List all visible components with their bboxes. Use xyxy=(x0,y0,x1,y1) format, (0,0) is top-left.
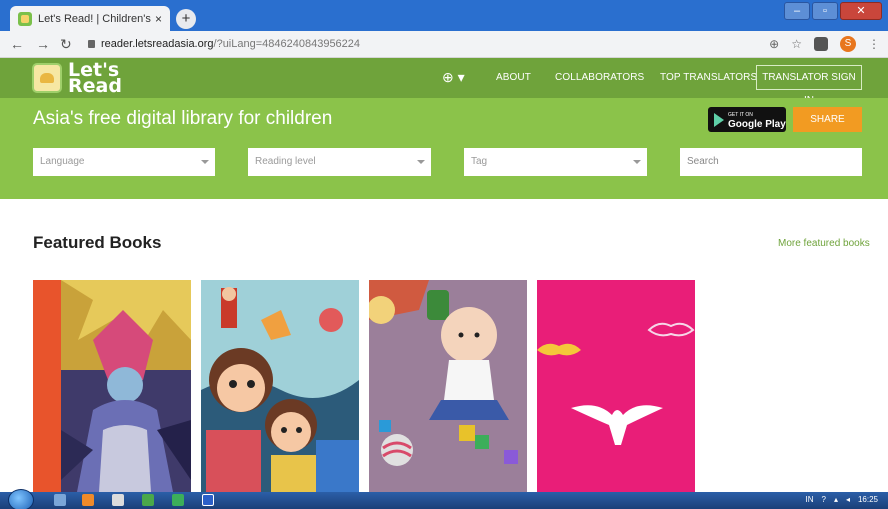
book-cover-art-bird xyxy=(537,280,695,492)
hero-tagline: Asia's free digital library for children xyxy=(33,108,333,129)
bookmark-star-icon[interactable]: ☆ xyxy=(791,37,802,51)
share-button[interactable]: SHARE xyxy=(793,107,862,132)
url-field[interactable]: reader.letsreadasia.org/?uiLang=48462408… xyxy=(88,38,360,50)
hero-banner: Asia's free digital library for children… xyxy=(0,98,888,199)
chevron-down-icon xyxy=(417,160,425,164)
url-path: /?uiLang=4846240843956224 xyxy=(213,38,361,50)
book-cover-art-children xyxy=(201,280,359,492)
book-cover[interactable] xyxy=(33,280,191,492)
book-cover-art-baby xyxy=(369,280,527,492)
tag-select-label: Tag xyxy=(471,156,488,167)
profile-avatar[interactable]: S xyxy=(840,36,856,52)
close-window-button[interactable]: ✕ xyxy=(840,2,882,20)
menu-kebab-icon[interactable]: ⋮ xyxy=(868,37,880,51)
window-controls: ‒ ▫ ✕ xyxy=(784,2,882,20)
play-store-icon xyxy=(714,112,724,127)
maximize-button[interactable]: ▫ xyxy=(812,2,838,20)
word-icon[interactable] xyxy=(202,494,214,506)
tag-select[interactable]: Tag xyxy=(464,148,647,176)
language-select[interactable]: Language xyxy=(33,148,215,176)
minimize-button[interactable]: ‒ xyxy=(784,2,810,20)
browser-titlebar: Let's Read! | Children's Books | F × + ‒… xyxy=(0,0,888,31)
help-icon[interactable]: ? xyxy=(821,495,825,504)
language-globe-icon[interactable]: ⊕ ▾ xyxy=(442,69,465,86)
volume-icon[interactable]: ◂ xyxy=(846,495,850,504)
search-box[interactable] xyxy=(680,148,862,176)
toolbar-icons: ⊕ ☆ S ⋮ xyxy=(769,36,880,52)
language-indicator[interactable]: IN xyxy=(805,495,813,504)
nav-top-translators[interactable]: TOP TRANSLATORS xyxy=(660,72,757,83)
tab-close-icon[interactable]: × xyxy=(155,12,162,26)
book-cover[interactable] xyxy=(537,280,695,492)
book-cover[interactable] xyxy=(201,280,359,492)
logo-text-line2: Read xyxy=(68,75,122,97)
site-favicon-icon xyxy=(18,11,32,26)
site-logo[interactable]: Let's Read xyxy=(32,61,122,97)
url-host: reader.letsreadasia.org xyxy=(101,38,214,50)
system-tray: IN ? ▴ ◂ 16:25 xyxy=(805,495,878,504)
reload-icon[interactable]: ↻ xyxy=(60,36,72,53)
browser-tab[interactable]: Let's Read! | Children's Books | F × xyxy=(10,6,170,31)
app-icon[interactable] xyxy=(172,494,184,506)
site-header: Let's Read ⊕ ▾ ABOUT COLLABORATORS TOP T… xyxy=(0,58,888,106)
new-tab-button[interactable]: + xyxy=(176,9,196,29)
nav-about[interactable]: ABOUT xyxy=(496,72,531,83)
calculator-icon[interactable] xyxy=(112,494,124,506)
gplay-big-text: Google Play xyxy=(728,118,786,130)
network-icon[interactable]: ▴ xyxy=(834,495,838,504)
more-featured-books-link[interactable]: More featured books xyxy=(778,238,870,249)
nav-collaborators[interactable]: COLLABORATORS xyxy=(555,72,644,83)
media-player-icon[interactable] xyxy=(82,494,94,506)
chevron-down-icon xyxy=(633,160,641,164)
translator-sign-in-button[interactable]: TRANSLATOR SIGN IN xyxy=(756,65,862,106)
clock[interactable]: 16:25 xyxy=(858,495,878,504)
featured-books-heading: Featured Books xyxy=(33,233,162,252)
zoom-icon[interactable]: ⊕ xyxy=(769,37,779,51)
back-arrow-icon[interactable]: ← xyxy=(10,36,24,52)
chevron-down-icon xyxy=(201,160,209,164)
windows-taskbar: IN ? ▴ ◂ 16:25 xyxy=(0,489,888,509)
start-button[interactable] xyxy=(8,489,34,509)
tab-title: Let's Read! | Children's Books | F xyxy=(38,12,151,25)
reading-level-select[interactable]: Reading level xyxy=(248,148,431,176)
language-select-label: Language xyxy=(40,156,85,167)
book-cover[interactable] xyxy=(369,280,527,492)
reading-level-select-label: Reading level xyxy=(255,156,316,167)
logo-book-icon xyxy=(32,63,62,93)
lock-icon xyxy=(88,40,95,48)
google-play-badge[interactable]: GET IT ON Google Play xyxy=(708,107,786,132)
chrome-icon[interactable] xyxy=(142,494,154,506)
book-cover-art-statue xyxy=(33,280,191,492)
forward-arrow-icon[interactable]: → xyxy=(36,36,50,52)
extension-icon[interactable] xyxy=(814,37,828,51)
address-bar: ← → ↻ reader.letsreadasia.org/?uiLang=48… xyxy=(0,31,888,58)
search-input[interactable] xyxy=(687,156,857,167)
explorer-icon[interactable] xyxy=(54,494,66,506)
